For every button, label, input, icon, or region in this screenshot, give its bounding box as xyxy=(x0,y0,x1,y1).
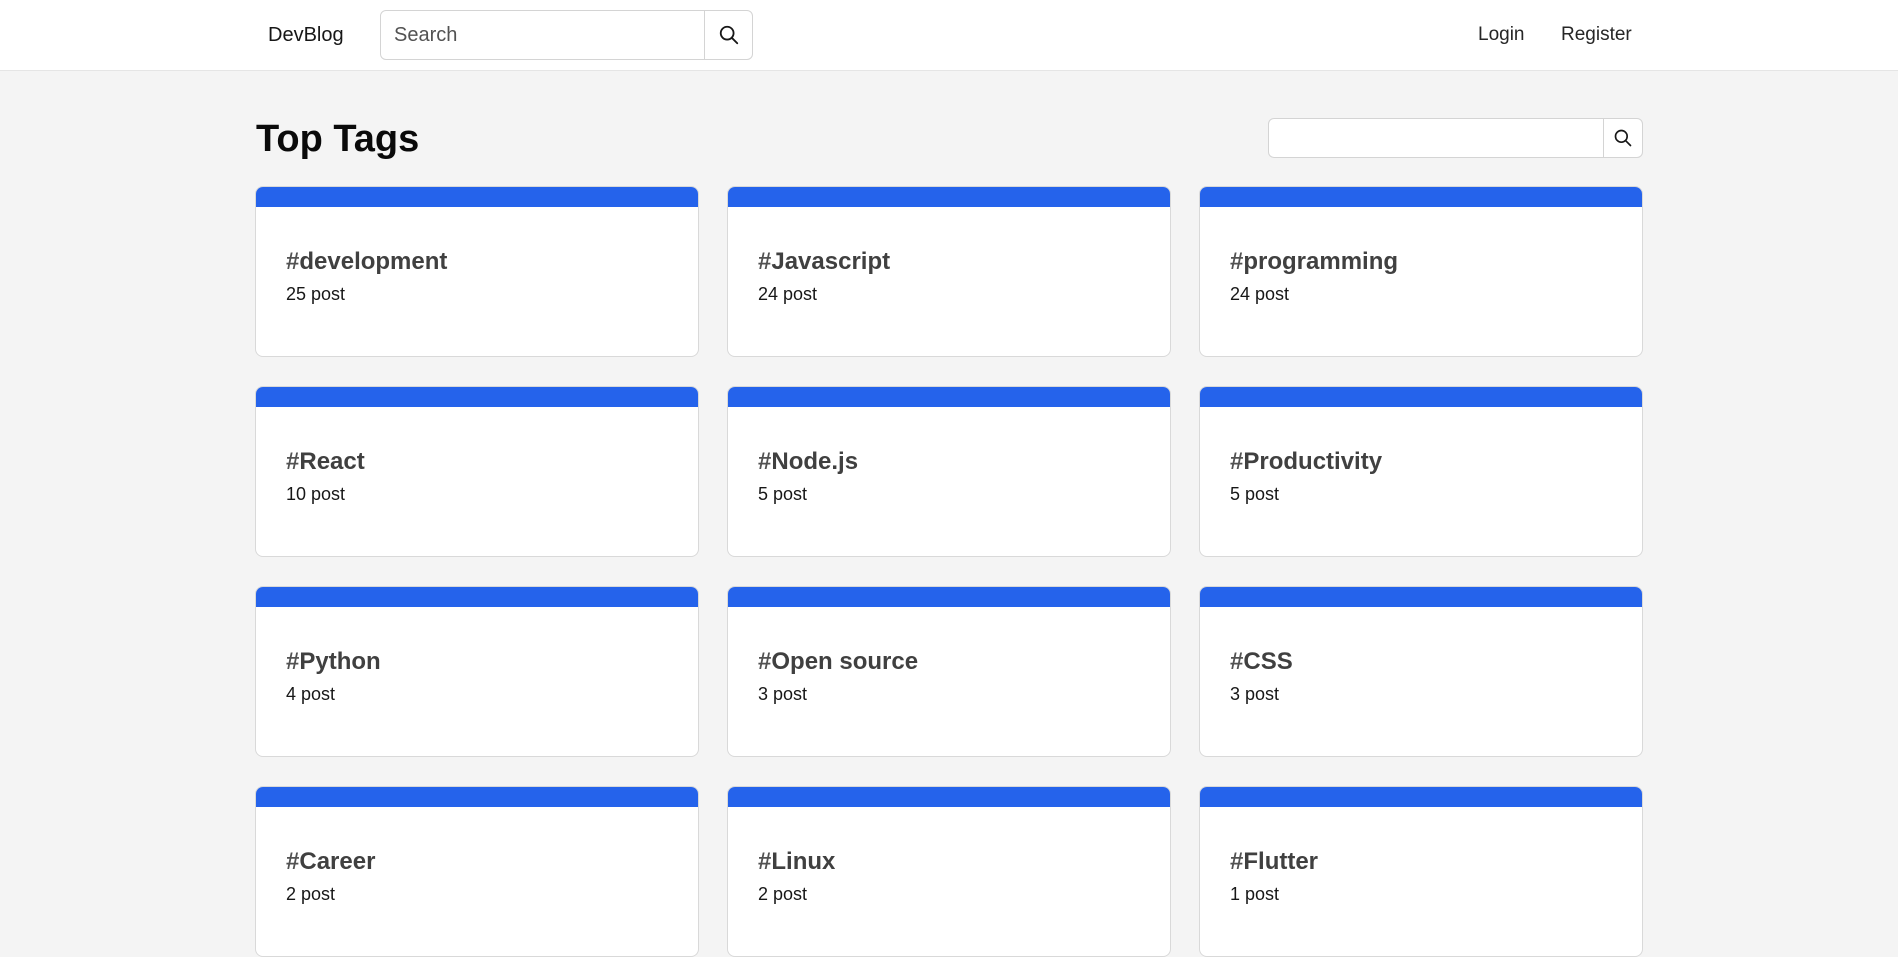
tag-card-accent-bar xyxy=(728,387,1170,407)
search-icon xyxy=(719,25,738,45)
top-navbar: DevBlog Login Register xyxy=(0,0,1898,71)
tag-card[interactable]: #Flutter 1 post xyxy=(1199,786,1643,957)
navbar-search-box xyxy=(380,10,753,60)
search-icon xyxy=(1614,129,1632,147)
tag-name: #Javascript xyxy=(758,248,891,275)
tag-post-count: 2 post xyxy=(286,884,336,904)
tag-name: #CSS xyxy=(1230,648,1293,675)
tag-card[interactable]: #Javascript 24 post xyxy=(727,186,1171,357)
tag-card-accent-bar xyxy=(1200,787,1642,807)
tag-name: #Productivity xyxy=(1230,448,1383,475)
tag-grid: #development 25 post #Javascript 24 post #… xyxy=(255,186,1645,957)
tag-name: #Career xyxy=(286,848,376,875)
tag-card[interactable]: #React 10 post xyxy=(255,386,699,557)
tag-card[interactable]: #CSS 3 post xyxy=(1199,586,1643,757)
tag-name: #React xyxy=(286,448,365,475)
tag-card[interactable]: #programming 24 post xyxy=(1199,186,1643,357)
tag-post-count: 1 post xyxy=(1230,884,1280,904)
tag-search-input[interactable] xyxy=(1269,119,1603,157)
tag-name: #development xyxy=(286,248,448,275)
page-title: Top Tags xyxy=(256,118,420,160)
login-link[interactable]: Login xyxy=(1478,24,1525,46)
tag-post-count: 5 post xyxy=(1230,484,1280,504)
brand-logo-link[interactable]: DevBlog xyxy=(268,24,344,47)
tag-search-box xyxy=(1268,118,1643,158)
tag-card[interactable]: #Career 2 post xyxy=(255,786,699,957)
tag-post-count: 24 post xyxy=(758,284,818,304)
tag-card[interactable]: #Productivity 5 post xyxy=(1199,386,1643,557)
tag-search-button[interactable] xyxy=(1603,119,1642,157)
tag-name: #Node.js xyxy=(758,448,859,475)
tag-post-count: 3 post xyxy=(1230,684,1280,704)
tag-card[interactable]: #Node.js 5 post xyxy=(727,386,1171,557)
tag-card-accent-bar xyxy=(256,387,698,407)
tag-name: #Linux xyxy=(758,848,836,875)
tag-post-count: 5 post xyxy=(758,484,808,504)
tag-post-count: 25 post xyxy=(286,284,346,304)
tag-card-accent-bar xyxy=(1200,587,1642,607)
tag-name: #programming xyxy=(1230,248,1399,275)
tag-card-accent-bar xyxy=(256,587,698,607)
tag-post-count: 2 post xyxy=(758,884,808,904)
tag-post-count: 24 post xyxy=(1230,284,1290,304)
register-link[interactable]: Register xyxy=(1561,24,1632,46)
tag-card[interactable]: #Open source 3 post xyxy=(727,586,1171,757)
tag-card-accent-bar xyxy=(1200,387,1642,407)
tag-card-accent-bar xyxy=(256,187,698,207)
tag-card-accent-bar xyxy=(728,187,1170,207)
tag-card[interactable]: #development 25 post xyxy=(255,186,699,357)
navbar-search-input[interactable] xyxy=(381,11,704,59)
tag-card[interactable]: #Python 4 post xyxy=(255,586,699,757)
tag-post-count: 10 post xyxy=(286,484,346,504)
tag-post-count: 3 post xyxy=(758,684,808,704)
tag-card[interactable]: #Linux 2 post xyxy=(727,786,1171,957)
tag-card-accent-bar xyxy=(728,587,1170,607)
tag-card-accent-bar xyxy=(1200,187,1642,207)
tag-name: #Flutter xyxy=(1230,848,1319,875)
tag-name: #Python xyxy=(286,648,381,675)
tag-post-count: 4 post xyxy=(286,684,336,704)
tag-card-accent-bar xyxy=(728,787,1170,807)
tag-card-accent-bar xyxy=(256,787,698,807)
tag-name: #Open source xyxy=(758,648,919,675)
navbar-search-button[interactable] xyxy=(704,11,752,59)
